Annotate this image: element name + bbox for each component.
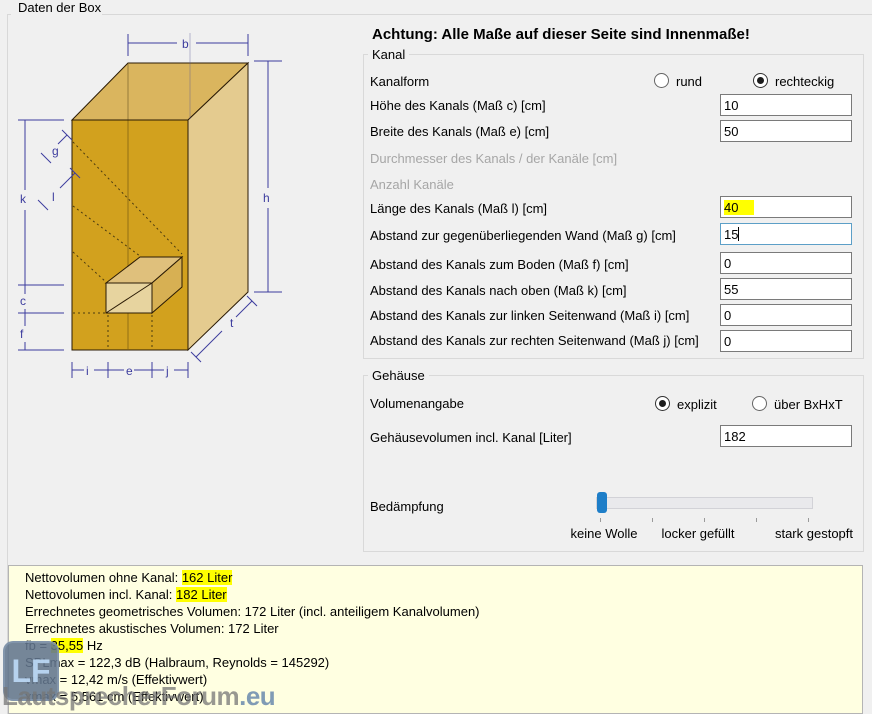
result-nettovolumen-incl-kanal: Nettovolumen incl. Kanal: 182 Liter — [25, 587, 227, 603]
result-akustisches-volumen: Errechnetes akustisches Volumen: 172 Lit… — [25, 621, 279, 637]
result-geometrisches-volumen: Errechnetes geometrisches Volumen: 172 L… — [25, 604, 480, 620]
result-splmax: SPLmax = 122,3 dB (Halbraum, Reynolds = … — [25, 655, 329, 671]
laenge-kanal-label: Länge des Kanals (Maß l) [cm] — [370, 201, 547, 216]
radio-rechteckig-label[interactable]: rechteckig — [775, 74, 834, 89]
radio-explizit[interactable] — [655, 396, 670, 411]
gehaeusevolumen-input[interactable]: 182 — [720, 425, 852, 447]
durchmesser-label: Durchmesser des Kanals / der Kanäle [cm] — [370, 151, 617, 166]
breite-kanal-label: Breite des Kanals (Maß e) [cm] — [370, 124, 549, 139]
dim-label-c: c — [20, 294, 26, 308]
innenmasse-warning: Achtung: Alle Maße auf dieser Seite sind… — [372, 26, 750, 43]
scale-locker-gefuellt: locker gefüllt — [653, 526, 743, 541]
breite-kanal-input[interactable]: 50 — [720, 120, 852, 142]
bedaempfung-label: Bedämpfung — [370, 499, 444, 514]
bedaempfung-slider-track[interactable] — [596, 497, 813, 509]
dim-label-b: b — [182, 37, 189, 51]
slider-tick — [756, 518, 757, 522]
abstand-boden-input[interactable]: 0 — [720, 252, 852, 274]
box-front-face — [72, 120, 188, 350]
dim-label-g: g — [52, 144, 59, 158]
dim-label-l: l — [52, 190, 55, 204]
slider-tick — [652, 518, 653, 522]
gehaeuse-group-label: Gehäuse — [368, 368, 429, 383]
abstand-rechts-input[interactable]: 0 — [720, 330, 852, 352]
dim-label-i: i — [86, 364, 89, 378]
result-nettovolumen-ohne-kanal: Nettovolumen ohne Kanal: 162 Liter — [25, 570, 232, 586]
abstand-links-value: 0 — [724, 308, 731, 323]
dim-label-f: f — [20, 327, 24, 341]
abstand-wand-value: 15 — [724, 227, 738, 242]
hoehe-kanal-label: Höhe des Kanals (Maß c) [cm] — [370, 98, 546, 113]
radio-rechteckig[interactable] — [753, 73, 768, 88]
slider-tick — [704, 518, 705, 522]
scale-keine-wolle: keine Wolle — [564, 526, 644, 541]
box-diagram: b g k l c f h t i e j — [0, 0, 340, 400]
slider-tick — [808, 518, 809, 522]
anzahl-kanaele-label: Anzahl Kanäle — [370, 177, 454, 192]
bedaempfung-slider-thumb[interactable] — [597, 492, 607, 513]
abstand-oben-label: Abstand des Kanals nach oben (Maß k) [cm… — [370, 283, 627, 298]
radio-ueber-bxhxt-label[interactable]: über BxHxT — [774, 397, 843, 412]
abstand-oben-input[interactable]: 55 — [720, 278, 852, 300]
volumenangabe-label: Volumenangabe — [370, 396, 464, 411]
radio-rund[interactable] — [654, 73, 669, 88]
radio-rund-label[interactable]: rund — [676, 74, 702, 89]
abstand-links-input[interactable]: 0 — [720, 304, 852, 326]
abstand-rechts-label: Abstand des Kanals zur rechten Seitenwan… — [370, 333, 699, 348]
dim-label-k: k — [20, 192, 27, 206]
highlighted-value: 162 Liter — [182, 570, 233, 585]
dim-label-h: h — [263, 191, 270, 205]
hoehe-kanal-input[interactable]: 10 — [720, 94, 852, 116]
lautsprecherforum-watermark: LautsprecherForum.eu — [2, 681, 275, 712]
dim-label-t: t — [230, 316, 234, 330]
abstand-boden-label: Abstand des Kanals zum Boden (Maß f) [cm… — [370, 257, 629, 272]
kanal-group-label: Kanal — [368, 47, 409, 62]
abstand-oben-value: 55 — [724, 282, 738, 297]
breite-kanal-value: 50 — [724, 124, 738, 139]
dim-label-e: e — [126, 364, 133, 378]
abstand-boden-value: 0 — [724, 256, 731, 271]
kanalform-label: Kanalform — [370, 74, 429, 89]
laenge-kanal-value: 40 — [724, 200, 754, 215]
gehaeusevolumen-value: 182 — [724, 429, 746, 444]
scale-stark-gestopft: stark gestopft — [764, 526, 864, 541]
radio-explizit-label[interactable]: explizit — [677, 397, 717, 412]
abstand-wand-input[interactable]: 15 — [720, 223, 852, 245]
hoehe-kanal-value: 10 — [724, 98, 738, 113]
abstand-wand-label: Abstand zur gegenüberliegenden Wand (Maß… — [370, 228, 676, 243]
laenge-kanal-input[interactable]: 40 — [720, 196, 852, 218]
daten-der-box-dialog: Daten der Box — [0, 0, 872, 714]
abstand-rechts-value: 0 — [724, 334, 731, 349]
gehaeusevolumen-label: Gehäusevolumen incl. Kanal [Liter] — [370, 430, 572, 445]
dim-label-j: j — [165, 364, 169, 378]
highlighted-value: 182 Liter — [176, 587, 227, 602]
radio-ueber-bxhxt[interactable] — [752, 396, 767, 411]
text-caret — [738, 227, 739, 241]
abstand-links-label: Abstand des Kanals zur linken Seitenwand… — [370, 308, 689, 323]
slider-tick — [600, 518, 601, 522]
